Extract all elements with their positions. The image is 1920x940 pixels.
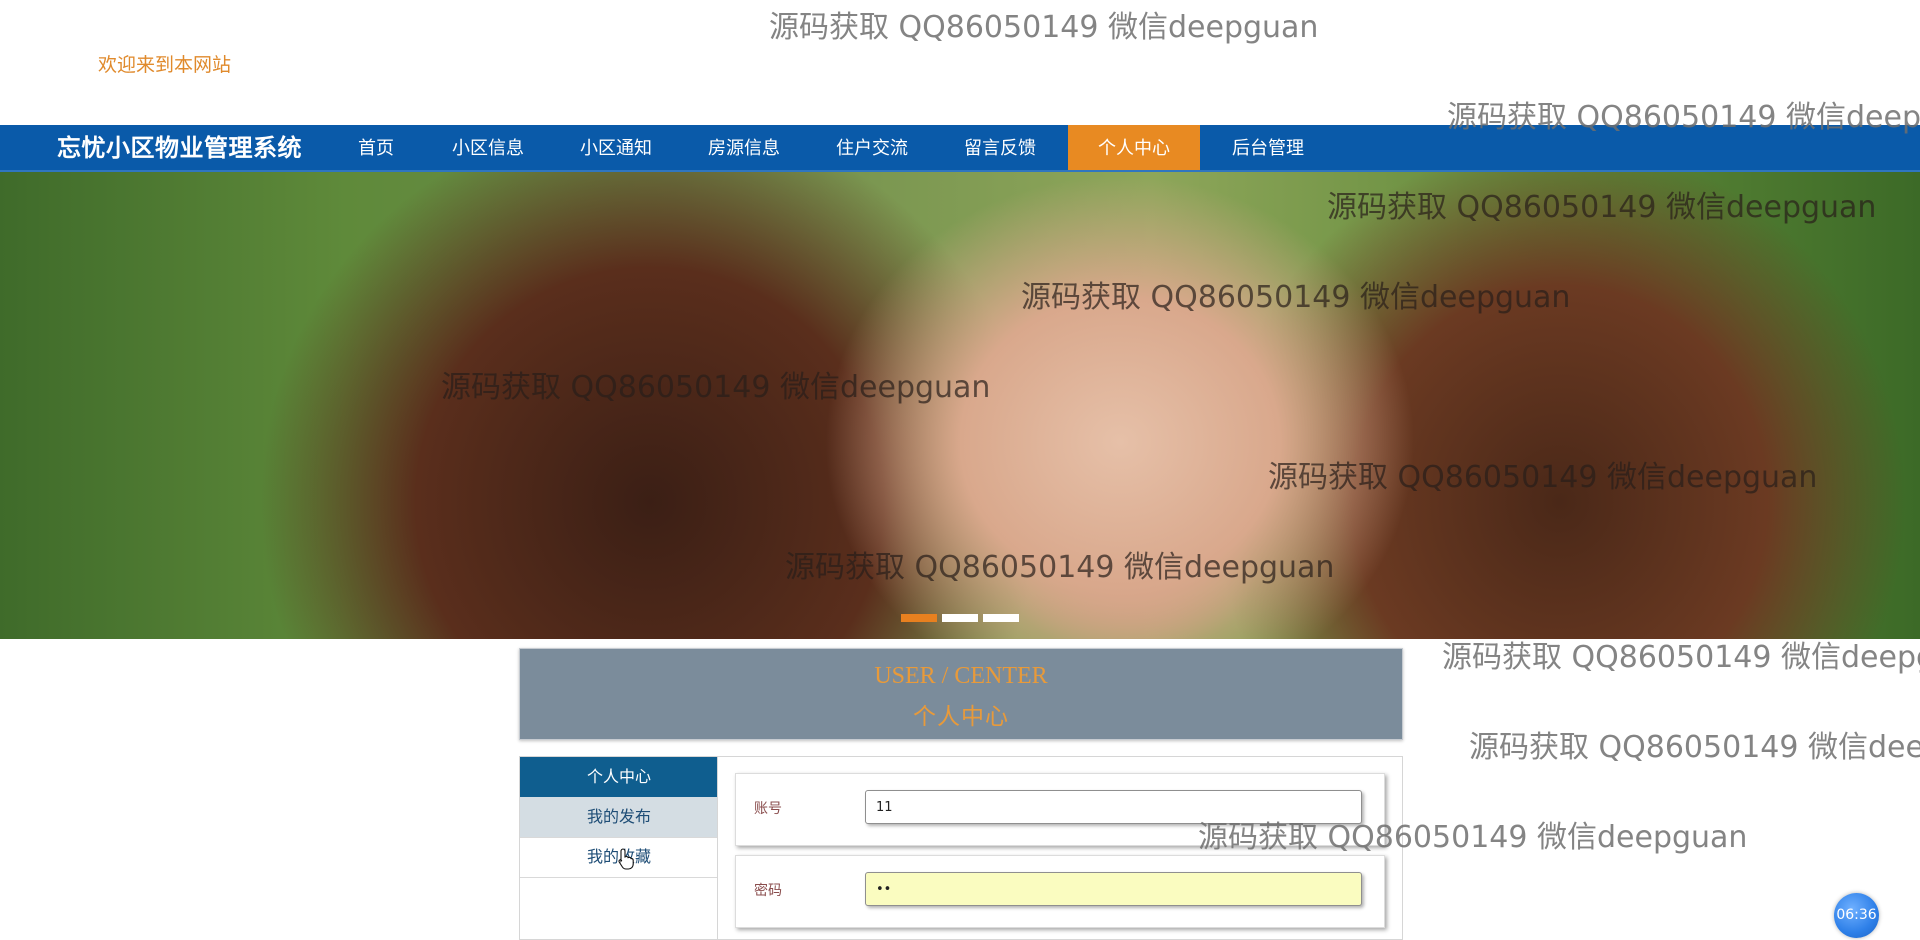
nav-resident-forum[interactable]: 住户交流 xyxy=(824,125,920,172)
top-navbar: 忘忧小区物业管理系统 首页 小区信息 小区通知 房源信息 住户交流 留言反馈 个… xyxy=(0,125,1920,172)
password-input[interactable] xyxy=(865,872,1362,906)
sidebar-item-my-posts[interactable]: 我的发布 xyxy=(520,797,718,838)
account-label: 账号 xyxy=(754,801,782,817)
nav-admin[interactable]: 后台管理 xyxy=(1220,125,1316,172)
password-row: 密码 xyxy=(735,855,1385,928)
carousel-dot-1[interactable] xyxy=(901,614,937,622)
watermark-9: 源码获取 QQ86050149 微信deep xyxy=(1469,730,1920,765)
sidebar-item-user-center[interactable]: 个人中心 xyxy=(520,757,718,798)
section-header: USER / CENTER 个人中心 xyxy=(519,648,1403,740)
timer-badge[interactable]: 06:36 xyxy=(1834,893,1879,938)
section-title-cn: 个人中心 xyxy=(913,704,1009,730)
carousel-dot-2[interactable] xyxy=(942,614,978,622)
account-row: 账号 xyxy=(735,773,1385,846)
section-title-en: USER / CENTER xyxy=(874,663,1048,689)
carousel-dot-3[interactable] xyxy=(983,614,1019,622)
profile-form: 账号 密码 xyxy=(717,756,1403,940)
mouse-pointer-icon xyxy=(618,848,634,870)
nav-community-notice[interactable]: 小区通知 xyxy=(568,125,664,172)
nav-community-info[interactable]: 小区信息 xyxy=(440,125,536,172)
nav-home[interactable]: 首页 xyxy=(336,125,416,172)
watermark-1: 源码获取 QQ86050149 微信deepguan xyxy=(769,10,1319,45)
welcome-text: 欢迎来到本网站 xyxy=(98,54,232,76)
password-label: 密码 xyxy=(754,883,782,899)
nav-user-center[interactable]: 个人中心 xyxy=(1068,125,1200,172)
site-brand[interactable]: 忘忧小区物业管理系统 xyxy=(57,125,302,172)
account-input[interactable] xyxy=(865,790,1362,824)
banner-carousel xyxy=(0,172,1920,639)
nav-feedback[interactable]: 留言反馈 xyxy=(952,125,1048,172)
nav-housing-info[interactable]: 房源信息 xyxy=(696,125,792,172)
